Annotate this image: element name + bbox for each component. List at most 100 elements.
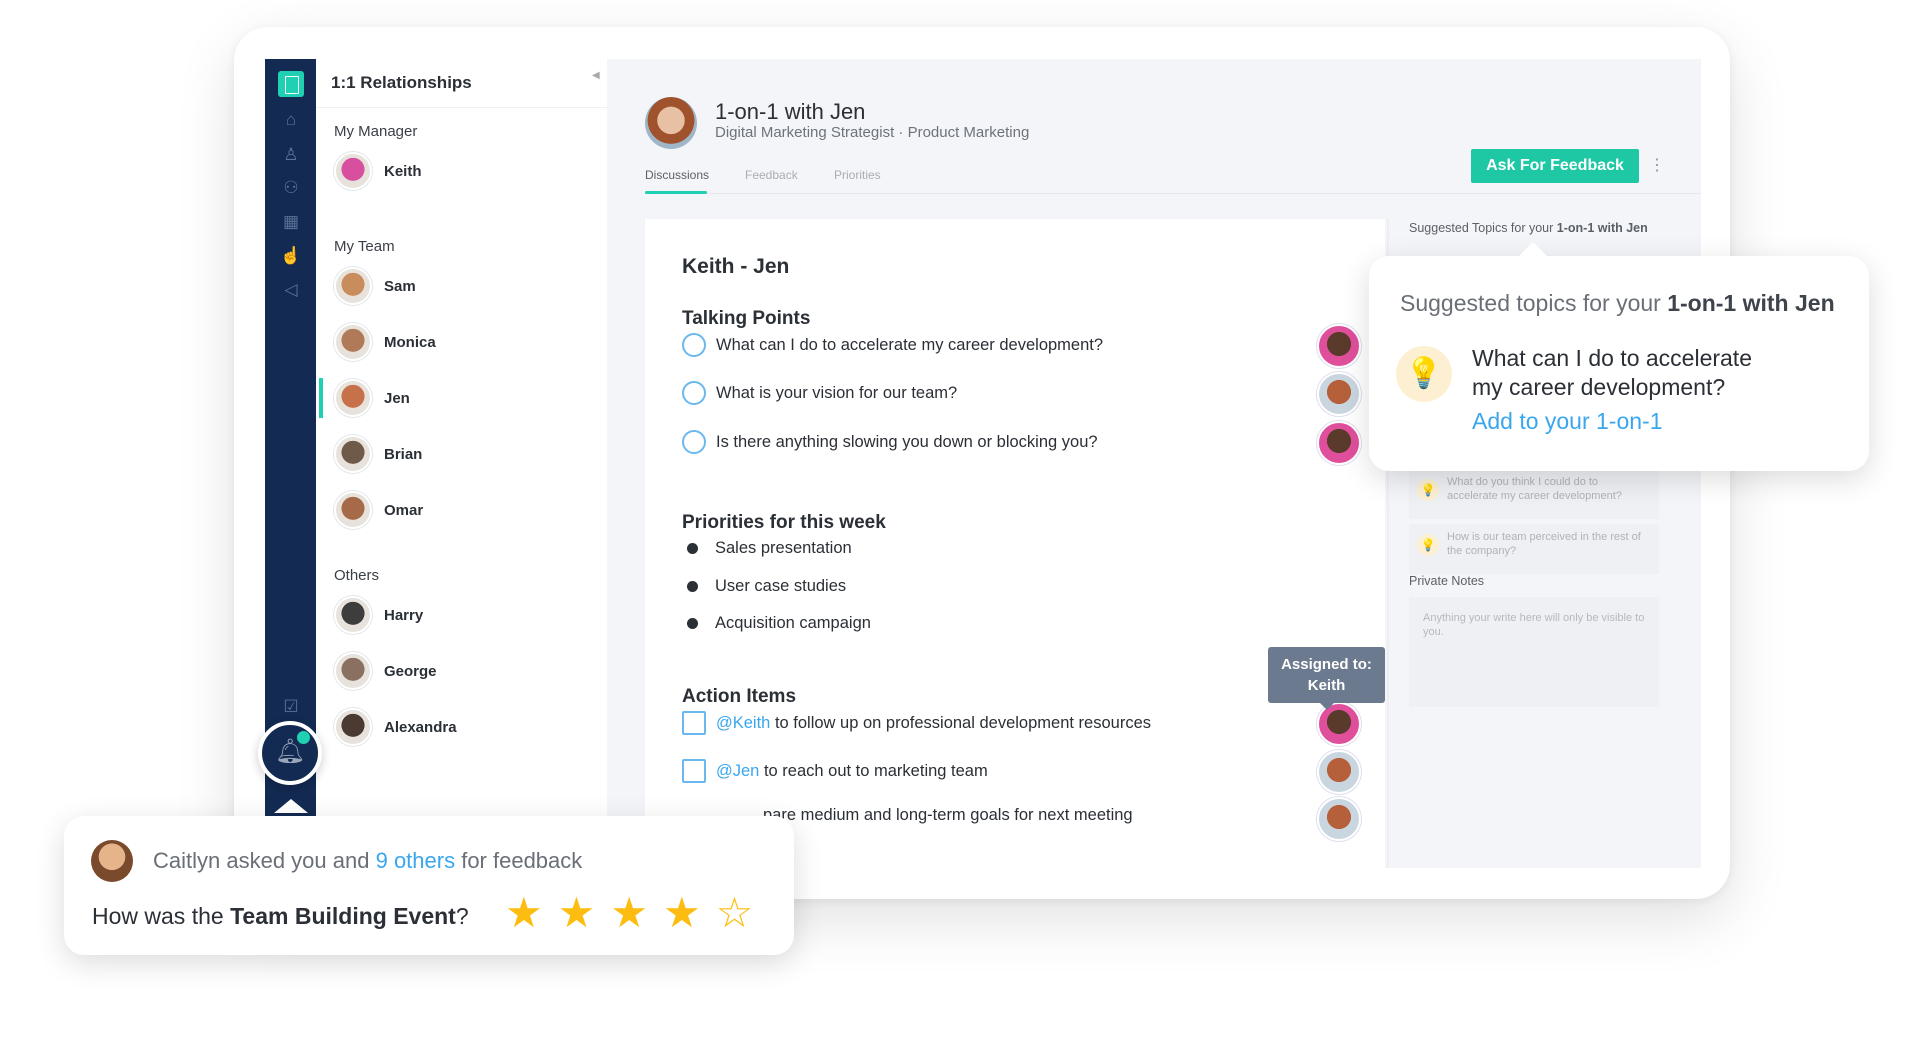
priority-item: User case studies: [682, 577, 846, 596]
priority-item: Sales presentation: [682, 539, 852, 558]
more-options-icon[interactable]: ⋮: [1649, 155, 1665, 175]
private-notes-input[interactable]: Anything your write here will only be vi…: [1409, 597, 1659, 707]
suggested-topics-title: Suggested Topics for your 1-on-1 with Je…: [1409, 221, 1648, 235]
avatar: [334, 596, 372, 634]
text: How was the: [92, 903, 231, 929]
users-icon[interactable]: ⚇: [280, 177, 302, 199]
avatar: [334, 708, 372, 746]
assignee-avatar[interactable]: [1317, 797, 1361, 841]
mention-link[interactable]: @Jen: [716, 762, 759, 780]
feedback-request-text: Caitlyn asked you and 9 others for feedb…: [153, 848, 582, 874]
star-filled-icon[interactable]: ★: [663, 892, 701, 934]
checkbox-icon[interactable]: ☑: [280, 696, 302, 718]
suggested-question: What can I do to accelerate my career de…: [1472, 345, 1752, 400]
star-empty-icon[interactable]: ☆: [716, 892, 754, 934]
talking-point: What can I do to accelerate my career de…: [682, 333, 1103, 357]
group-label: My Manager: [334, 123, 418, 140]
person-name: George: [384, 662, 437, 680]
star-filled-icon[interactable]: ★: [610, 892, 648, 934]
suggested-topics-popup: Suggested topics for your 1-on-1 with Je…: [1369, 242, 1869, 471]
talking-point: Is there anything slowing you down or bl…: [682, 430, 1098, 454]
suggestion-text: What do you think I could do to accelera…: [1447, 476, 1622, 502]
sidebar-item-sam[interactable]: Sam: [334, 266, 416, 306]
jen-avatar: [645, 97, 697, 149]
others-link[interactable]: 9 others: [376, 848, 456, 873]
priorities-heading: Priorities for this week: [682, 512, 886, 533]
mention-link[interactable]: @Keith: [716, 714, 770, 732]
caitlyn-avatar: [91, 840, 133, 882]
sidebar-item-monica[interactable]: Monica: [334, 322, 436, 362]
avatar: [334, 652, 372, 690]
talking-point-text: Is there anything slowing you down or bl…: [716, 432, 1098, 451]
action-checkbox[interactable]: [682, 711, 706, 735]
page-subtitle: Digital Marketing Strategist · Product M…: [715, 124, 1030, 141]
tab-discussions[interactable]: Discussions: [645, 168, 709, 182]
action-text: @Jen to reach out to marketing team: [716, 762, 988, 781]
sidebar-item-omar[interactable]: Omar: [334, 490, 423, 530]
star-rating[interactable]: ★ ★ ★ ★ ☆: [505, 892, 753, 934]
text: ?: [455, 903, 469, 929]
lightbulb-icon: 💡: [1417, 479, 1439, 501]
relationships-list: 1:1 Relationships ◀ My Manager Keith My Te…: [316, 59, 607, 868]
private-notes-label: Private Notes: [1409, 574, 1485, 588]
logo-icon[interactable]: [278, 71, 304, 97]
star-filled-icon[interactable]: ★: [505, 892, 543, 934]
suggestion-item[interactable]: 💡 What do you think I could do to acceler…: [1409, 469, 1659, 519]
assigned-tooltip: Assigned to: Keith: [1268, 647, 1385, 710]
megaphone-icon[interactable]: ◁: [280, 279, 302, 301]
sidebar-item-brian[interactable]: Brian: [334, 434, 422, 474]
priority-text: User case studies: [715, 577, 847, 595]
action-body: to reach out to marketing team: [759, 761, 988, 780]
calendar-icon[interactable]: ▦: [280, 211, 302, 233]
collapse-icon[interactable]: ◀: [592, 59, 608, 93]
person-name: Keith: [384, 162, 422, 180]
active-indicator: [319, 378, 323, 418]
sidebar-item-keith[interactable]: Keith: [334, 151, 422, 191]
notifications-button[interactable]: 🔔︎: [258, 721, 322, 785]
bullet: [687, 543, 698, 554]
sidebar-item-alexandra[interactable]: Alexandra: [334, 707, 457, 747]
sidebar-item-george[interactable]: George: [334, 651, 437, 691]
user-icon[interactable]: ♙: [280, 144, 302, 166]
action-items-heading: Action Items: [682, 686, 797, 707]
person-name: Brian: [384, 445, 423, 463]
requester-name: Caitlyn: [153, 848, 221, 873]
action-text: @Keith to follow up on professional deve…: [716, 714, 1151, 733]
add-to-1on1-link[interactable]: Add to your 1-on-1: [1472, 408, 1663, 435]
priority-item: Acquisition campaign: [682, 614, 871, 633]
sidebar-item-harry[interactable]: Harry: [334, 595, 423, 635]
complete-radio[interactable]: [682, 430, 706, 454]
action-checkbox[interactable]: [682, 759, 706, 783]
star-filled-icon[interactable]: ★: [558, 892, 596, 934]
tab-feedback[interactable]: Feedback: [745, 168, 798, 182]
sidebar-title: 1:1 Relationships: [331, 73, 472, 92]
complete-radio[interactable]: [682, 333, 706, 357]
talking-point: What is your vision for our team?: [682, 381, 957, 405]
avatar: [334, 323, 372, 361]
assignee-avatar[interactable]: [1317, 750, 1361, 794]
title-bold: 1-on-1 with Jen: [1556, 221, 1648, 235]
group-label: Others: [334, 567, 380, 584]
complete-radio[interactable]: [682, 381, 706, 405]
action-item: pare medium and long-term goals for next…: [763, 806, 1133, 825]
talking-point-text: What is your vision for our team?: [716, 383, 958, 402]
sidebar-item-jen[interactable]: Jen: [334, 378, 410, 418]
person-name: Omar: [384, 501, 424, 519]
suggestion-text: How is our team perceived in the rest of…: [1447, 531, 1641, 557]
action-item: @Keith to follow up on professional deve…: [682, 711, 1151, 735]
feedback-request-popup: Caitlyn asked you and 9 others for feedb…: [64, 816, 794, 955]
avatar: [334, 267, 372, 305]
discussion-card: Keith - Jen Talking Points Priorities fo…: [645, 219, 1385, 868]
person-name: Jen: [384, 389, 410, 407]
tab-priorities[interactable]: Priorities: [834, 168, 881, 182]
lightbulb-icon: 💡: [1396, 346, 1452, 402]
person-name: Sam: [384, 277, 416, 295]
suggestion-item[interactable]: 💡 How is our team perceived in the rest o…: [1409, 524, 1659, 574]
title-text: Suggested Topics for your: [1409, 221, 1557, 235]
ask-for-feedback-button[interactable]: Ask For Feedback: [1471, 149, 1639, 183]
tooltip-line: Keith: [1307, 677, 1346, 694]
home-icon[interactable]: ⌂: [280, 109, 302, 131]
thumbs-up-icon[interactable]: ☝: [280, 245, 302, 267]
active-tab-indicator: [645, 191, 707, 194]
avatar: [334, 435, 372, 473]
